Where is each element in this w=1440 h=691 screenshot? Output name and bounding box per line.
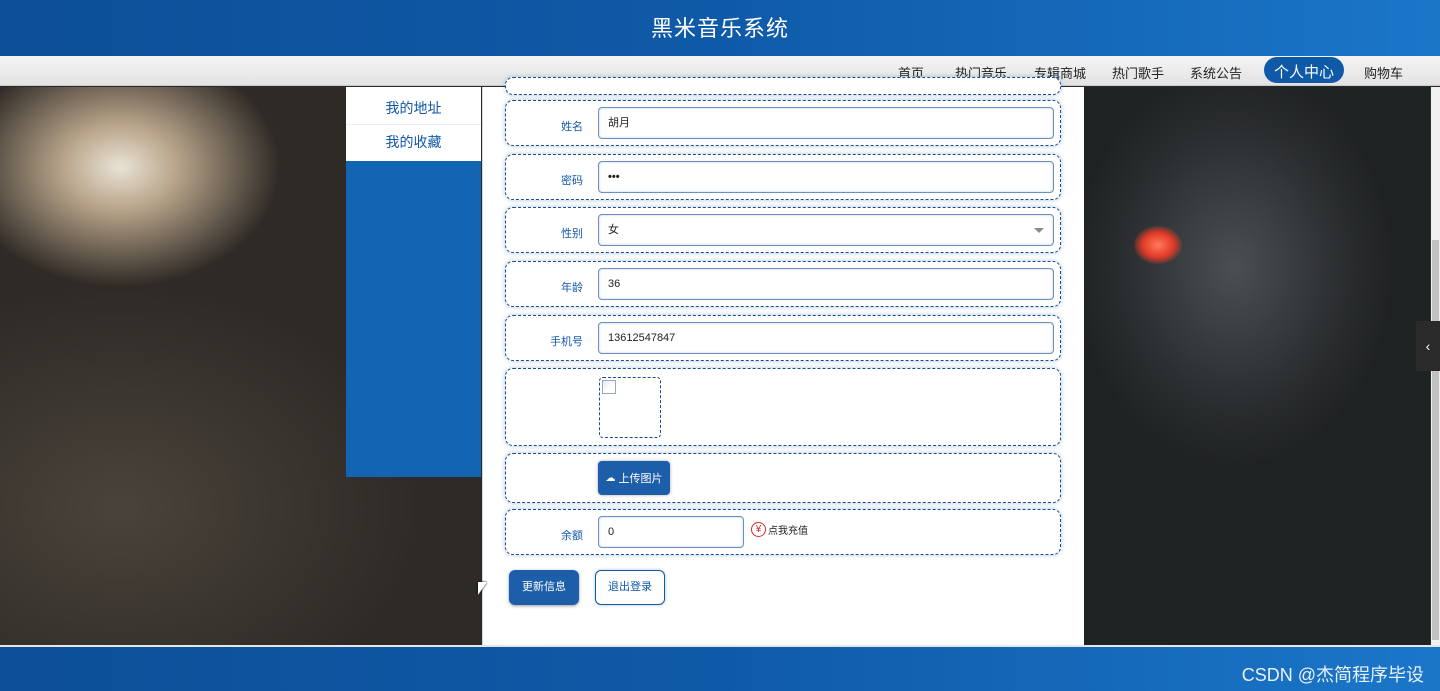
scrollbar-thumb[interactable] <box>1432 240 1439 640</box>
broken-image-icon <box>602 380 616 394</box>
sidebar-menu: 我的地址 我的收藏 <box>346 87 481 161</box>
avatar-image <box>599 377 661 438</box>
app-footer: CSDN @杰简程序毕设 <box>0 645 1440 691</box>
sidebar-item-my-favorites[interactable]: 我的收藏 <box>346 125 481 159</box>
background-image-right <box>1084 87 1430 645</box>
nav-item-cart[interactable]: 购物车 <box>1364 63 1403 82</box>
password-label: 密码 <box>561 175 583 187</box>
form-row-password: 密码 ••• <box>505 154 1061 200</box>
chevron-down-icon <box>1034 228 1044 233</box>
sidebar-item-my-address[interactable]: 我的地址 <box>346 91 481 125</box>
form-row-upload: ☁ 上传图片 <box>505 453 1061 503</box>
upload-button-label: 上传图片 <box>618 473 663 485</box>
cloud-upload-icon: ☁ <box>605 472 616 484</box>
age-input[interactable]: 36 <box>598 268 1054 300</box>
chevron-left-icon[interactable]: ‹ <box>1416 321 1440 371</box>
update-info-button[interactable]: 更新信息 <box>509 570 579 605</box>
mouse-cursor-icon <box>478 582 487 595</box>
balance-input[interactable]: 0 <box>598 516 744 548</box>
phone-label: 手机号 <box>550 336 583 348</box>
form-row-avatar <box>505 368 1061 446</box>
nav-item-announcements[interactable]: 系统公告 <box>1190 63 1242 82</box>
name-input[interactable]: 胡月 <box>598 107 1054 139</box>
form-row-phone: 手机号 13612547847 <box>505 315 1061 361</box>
form-row-clipped <box>505 77 1061 95</box>
password-input[interactable]: ••• <box>598 161 1054 193</box>
background-light <box>1134 226 1182 264</box>
name-label: 姓名 <box>561 121 583 133</box>
app-header: 黑米音乐系统 <box>0 0 1440 56</box>
age-label: 年龄 <box>561 282 583 294</box>
form-row-name: 姓名 胡月 <box>505 100 1061 146</box>
nav-item-hot-singers[interactable]: 热门歌手 <box>1112 63 1164 82</box>
nav-item-personal-center[interactable]: 个人中心 <box>1264 57 1345 83</box>
recharge-label: 点我充值 <box>768 526 808 537</box>
upload-image-button[interactable]: ☁ 上传图片 <box>598 461 670 495</box>
yen-icon: ¥ <box>751 522 766 537</box>
form-row-age: 年龄 36 <box>505 261 1061 307</box>
balance-label: 余额 <box>561 530 583 542</box>
profile-form-panel: 姓名 胡月 密码 ••• 性别 女 年龄 36 手机号 13612547847 … <box>482 77 1084 645</box>
phone-input[interactable]: 13612547847 <box>598 322 1054 354</box>
sidebar-background <box>346 161 481 477</box>
form-row-balance: 余额 0 ¥ 点我充值 <box>505 509 1061 555</box>
gender-label: 性别 <box>561 228 583 240</box>
logout-button[interactable]: 退出登录 <box>595 570 665 605</box>
gender-select[interactable]: 女 <box>598 214 1054 246</box>
recharge-link[interactable]: ¥ 点我充值 <box>751 522 808 537</box>
app-title: 黑米音乐系统 <box>650 16 789 41</box>
form-row-gender: 性别 女 <box>505 207 1061 253</box>
gender-selected-value: 女 <box>608 224 619 236</box>
watermark: CSDN @杰简程序毕设 <box>1241 665 1424 685</box>
